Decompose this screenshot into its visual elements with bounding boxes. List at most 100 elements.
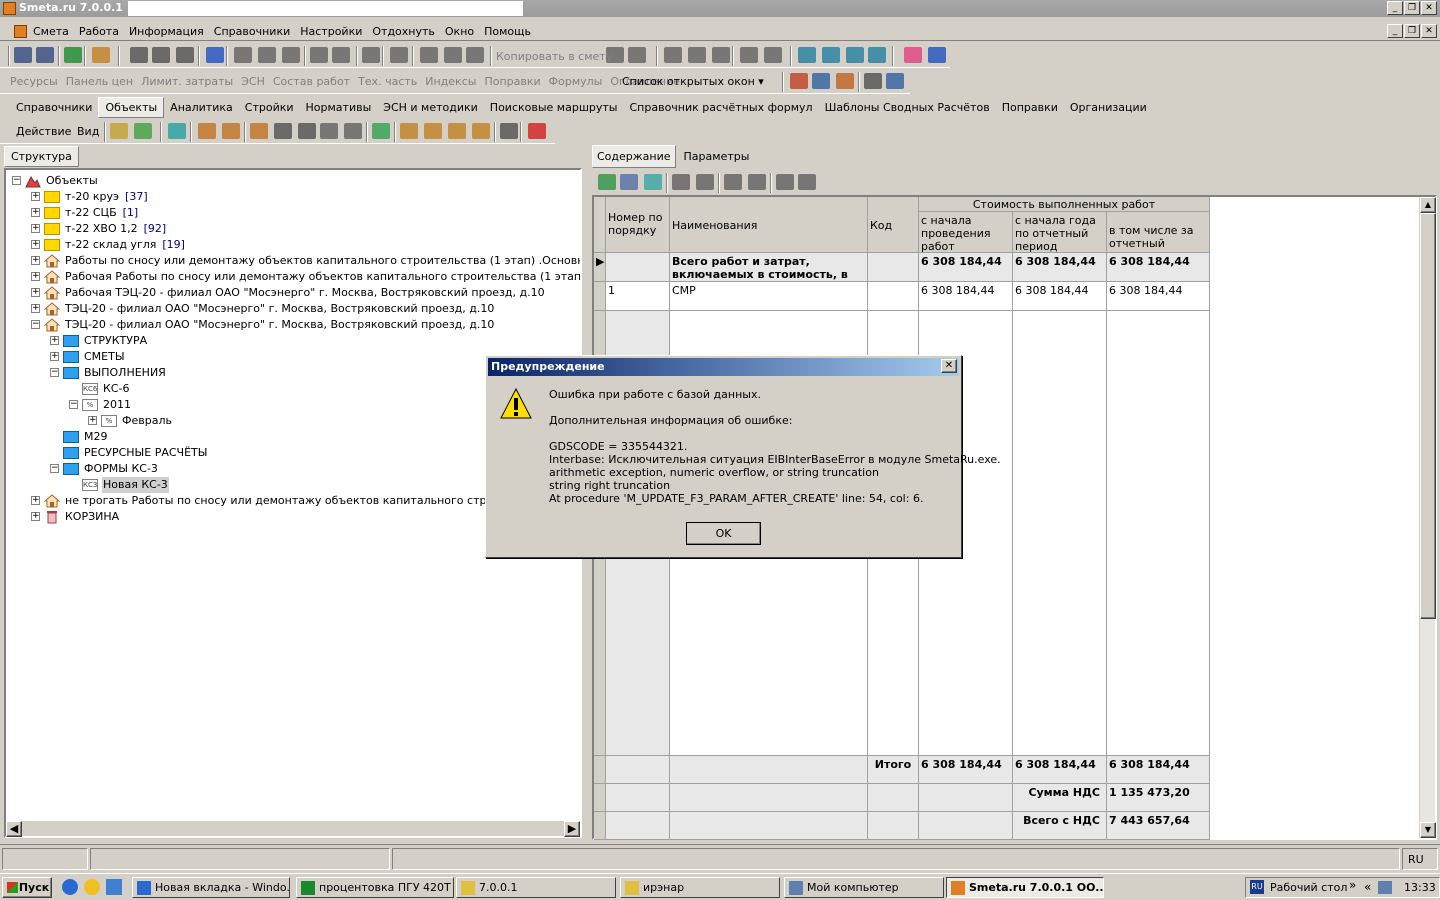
taskbar-button[interactable]: процентовка ПГУ 420Т ... <box>296 877 454 898</box>
nav-tab[interactable]: Поисковые маршруты <box>484 98 624 117</box>
delete-icon[interactable] <box>528 123 546 139</box>
worker-icon[interactable] <box>836 73 854 89</box>
menu-item[interactable]: Помощь <box>479 23 536 40</box>
reference-item[interactable]: Формулы <box>549 75 603 88</box>
reference-item[interactable]: Индексы <box>425 75 476 88</box>
reference-item[interactable]: Лимит. затраты <box>141 75 233 88</box>
tree-expand-icon[interactable]: + <box>31 192 40 201</box>
view-menu[interactable]: Вид <box>77 125 99 138</box>
stamp-icon[interactable] <box>332 47 350 63</box>
tree-node[interactable]: ТЭЦ-20 - филиал ОАО "Мосэнерго" г. Москв… <box>64 301 495 317</box>
tree-node[interactable]: СМЕТЫ <box>83 349 126 365</box>
tree-node[interactable]: ВЫПОЛНЕНИЯ <box>83 365 167 381</box>
reference-item[interactable]: ЭСН <box>241 75 265 88</box>
tree-node[interactable]: М29 <box>83 429 109 445</box>
minimize-button[interactable]: _ <box>1387 1 1403 15</box>
list-icon[interactable] <box>258 47 276 63</box>
ie-icon[interactable] <box>62 879 78 895</box>
content-tab[interactable]: Содержание <box>592 145 676 168</box>
tree-expand-icon[interactable]: + <box>31 496 40 505</box>
page-icon[interactable] <box>500 123 518 139</box>
tree-expand-icon[interactable]: + <box>31 288 40 297</box>
folder-up-icon[interactable] <box>110 123 128 139</box>
tree-expand-icon[interactable]: + <box>31 512 40 521</box>
menu-item[interactable]: Справочники <box>209 23 295 40</box>
add-icon[interactable] <box>672 174 690 190</box>
tree-expand-icon[interactable]: + <box>31 272 40 281</box>
tree-node[interactable]: СТРУКТУРА <box>83 333 148 349</box>
reference-item[interactable]: Поправки <box>484 75 540 88</box>
scroll-right-button[interactable]: ▶ <box>564 821 580 837</box>
arrow-up-icon[interactable] <box>724 174 742 190</box>
edit-icon[interactable] <box>620 174 638 190</box>
nav-tab[interactable]: Шаблоны Сводных Расчётов <box>819 98 996 117</box>
nav-tab[interactable]: Аналитика <box>164 98 239 117</box>
outdent-icon[interactable] <box>764 47 782 63</box>
refresh-icon[interactable] <box>168 123 186 139</box>
f3-icon[interactable] <box>472 123 490 139</box>
insert-icon[interactable] <box>420 47 438 63</box>
excel-icon[interactable] <box>64 47 82 63</box>
indent-icon[interactable] <box>822 47 840 63</box>
scroll-up-button[interactable]: ▲ <box>1420 197 1436 213</box>
tree-expand-icon[interactable]: − <box>50 368 59 377</box>
tree-node[interactable]: Рабочая ТЭЦ-20 - филиал ОАО "Мосэнерго" … <box>64 285 546 301</box>
rr-icon[interactable] <box>448 123 466 139</box>
chevron-icon[interactable]: » <box>1349 878 1356 892</box>
refresh-icon[interactable] <box>206 47 224 63</box>
arrow-down-icon[interactable] <box>344 123 362 139</box>
tree-node[interactable]: т-22 ХВО 1,2 [92] <box>64 221 167 237</box>
refresh-icon[interactable] <box>644 174 662 190</box>
percent-icon[interactable] <box>400 123 418 139</box>
nav-tab[interactable]: Справочник расчётных формул <box>623 98 818 117</box>
taskbar-button[interactable]: ирэнар <box>620 877 780 898</box>
undo-icon[interactable] <box>798 174 816 190</box>
tree-node[interactable]: Работы по сносу или демонтажу объектов к… <box>64 253 580 269</box>
tree-expand-icon[interactable]: + <box>88 416 97 425</box>
indent-icon[interactable] <box>740 47 758 63</box>
undo-icon[interactable] <box>176 47 194 63</box>
tree-node[interactable]: 2011 <box>102 397 132 413</box>
tree-icon[interactable] <box>14 47 32 63</box>
square-icon[interactable] <box>274 123 292 139</box>
truck-icon[interactable] <box>812 73 830 89</box>
copy-to-estimate-button[interactable]: Копировать в смету <box>496 50 612 63</box>
maximize-button[interactable]: ❐ <box>1404 1 1420 15</box>
reference-item[interactable]: Состав работ <box>273 75 350 88</box>
delete-icon[interactable] <box>390 47 408 63</box>
tree-node[interactable]: т-22 склад угля [19] <box>64 237 186 253</box>
menu-item[interactable]: Окно <box>440 23 479 40</box>
taskbar-button[interactable]: 7.0.0.1 <box>456 877 616 898</box>
tree-node[interactable]: КОРЗИНА <box>64 509 120 525</box>
desktop-toolbar-label[interactable]: Рабочий стол <box>1270 881 1347 894</box>
taskbar-button[interactable]: Мой компьютер <box>784 877 944 898</box>
grid-icon[interactable] <box>712 47 730 63</box>
indent-icon[interactable] <box>846 47 864 63</box>
language-indicator-icon[interactable]: RU <box>1250 880 1264 894</box>
tree-expand-icon[interactable]: − <box>69 400 78 409</box>
tree-node[interactable]: КС-6 <box>102 381 130 397</box>
menu-item[interactable]: Настройки <box>295 23 367 40</box>
close-window-button[interactable]: ✕ <box>1421 1 1437 15</box>
tree-node[interactable]: ТЭЦ-20 - филиал ОАО "Мосэнерго" г. Москв… <box>64 317 495 333</box>
calculator-icon[interactable] <box>864 73 882 89</box>
m29-icon[interactable] <box>424 123 442 139</box>
nav-tab[interactable]: Нормативы <box>300 98 378 117</box>
new-doc-icon[interactable] <box>250 123 268 139</box>
tray-chevron-icon[interactable]: « <box>1364 880 1371 894</box>
tree-expand-icon[interactable]: + <box>31 224 40 233</box>
taskbar-button[interactable]: Новая вкладка - Windo... <box>132 877 290 898</box>
tree-node[interactable]: РЕСУРСНЫЕ РАСЧЁТЫ <box>83 445 208 461</box>
ok-button[interactable]: OK <box>686 522 761 545</box>
nav-tab[interactable]: Организации <box>1064 98 1153 117</box>
save-icon[interactable] <box>130 47 148 63</box>
action-menu[interactable]: Действие <box>16 125 71 138</box>
network-icon[interactable] <box>1378 881 1392 894</box>
menu-item[interactable]: Информация <box>124 23 209 40</box>
grid-icon[interactable] <box>664 47 682 63</box>
menu-item[interactable]: Отдохнуть <box>367 23 440 40</box>
open-windows-dropdown[interactable]: Список открытых окон ▾ <box>622 75 764 88</box>
dialog-close-button[interactable]: ✕ <box>941 359 957 373</box>
tree-expand-icon[interactable]: − <box>12 176 21 185</box>
close-icon[interactable] <box>696 174 714 190</box>
